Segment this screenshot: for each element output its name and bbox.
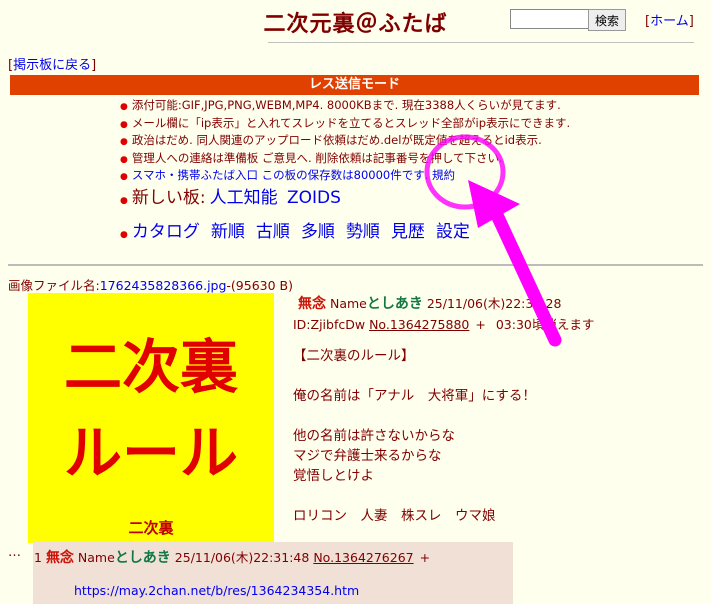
board-notes: ● 添付可能:GIF,JPG,PNG,WEBM,MP4. 8000KBまで. 現在… xyxy=(120,98,570,186)
reply-mark: … xyxy=(8,545,21,560)
file-link[interactable]: 1762435828366.jpg xyxy=(100,278,227,293)
poster-name: としあき xyxy=(366,296,423,312)
thumb-text-line1: 二次裏 xyxy=(63,333,238,401)
thread-divider xyxy=(8,264,703,266)
note-text: 政治はだめ. 同人関連のアップロード依頼はだめ.delが既定値を超えるとid表示… xyxy=(131,133,542,147)
note-item: ● 政治はだめ. 同人関連のアップロード依頼はだめ.delが既定値を超えるとid表… xyxy=(120,133,570,151)
thumb-text-line2: ルール xyxy=(63,419,238,487)
back-to-board-link[interactable]: 掲示板に戻る xyxy=(13,58,91,73)
post-header: 無念 Nameとしあき 25/11/06(木)22:30:28 xyxy=(298,293,561,313)
nav-momentum[interactable]: 勢順 xyxy=(346,222,380,242)
new-board-label: 新しい板: xyxy=(131,188,206,208)
bracket-close: ] xyxy=(91,58,97,73)
name-label: Name xyxy=(329,296,367,311)
post-meta: ID:ZjibfcDw No.1364275880 + 03:30頃消えます xyxy=(293,314,594,333)
bullet-icon: ● xyxy=(120,137,128,147)
reply-poster-name: としあき xyxy=(114,550,171,566)
title-divider xyxy=(268,42,694,43)
reply-index: 1 xyxy=(34,550,42,565)
note-text-links[interactable]: スマホ・携帯ふたば入口 この板の保存数は80000件です. 規約 xyxy=(132,168,455,182)
bullet-icon: ● xyxy=(120,154,128,165)
nav-catalog[interactable]: カタログ xyxy=(132,222,200,242)
bullet-icon: ● xyxy=(120,172,128,182)
file-label: 画像ファイル名: xyxy=(8,278,100,293)
note-text: 添付可能:GIF,JPG,PNG,WEBM,MP4. 8000KBまで. 現在3… xyxy=(131,98,561,112)
post-number[interactable]: No.1364275880 xyxy=(369,317,469,332)
expire-time: 03:30頃消えます xyxy=(495,317,595,332)
reply-subject: 無念 xyxy=(45,550,74,566)
bullet-icon: ● xyxy=(120,119,128,130)
reply-mode-bar: レス送信モード xyxy=(10,75,699,95)
nav-settings[interactable]: 設定 xyxy=(436,222,470,242)
bracket-close: ] xyxy=(688,14,694,29)
note-text: メール欄に「ip表示」と入れてスレッドを立てるとスレッド全部がip表示にできます… xyxy=(131,115,571,130)
thread-nav: ● カタログ 新順 古順 多順 勢順 見歴 設定 xyxy=(120,217,481,242)
poster-id: ID:ZjibfcDw xyxy=(293,317,366,332)
reply-header: 1 無念 Nameとしあき 25/11/06(木)22:31:48 No.136… xyxy=(34,547,436,567)
bullet-icon: ● xyxy=(120,102,128,112)
nav-newest[interactable]: 新順 xyxy=(211,222,245,242)
home-link-wrapper: [ホーム] xyxy=(645,10,694,29)
search-button[interactable]: 検索 xyxy=(588,9,626,31)
note-item: ● メール欄に「ip表示」と入れてスレッドを立てるとスレッド全部がip表示にできま… xyxy=(120,116,570,134)
board-link-zoids[interactable]: ZOIDS xyxy=(287,188,341,208)
post-subject: 無念 xyxy=(298,296,326,312)
board-link-ai[interactable]: 人工知能 xyxy=(210,188,278,208)
nav-most[interactable]: 多順 xyxy=(301,222,335,242)
nav-oldest[interactable]: 古順 xyxy=(256,222,290,242)
thumb-text-small: 二次裏 xyxy=(128,519,174,537)
reply-link[interactable]: https://may.2chan.net/b/res/1364234354.h… xyxy=(74,583,359,598)
note-text: 管理人への連絡は準備板 ご意見へ. 削除依頼は記事番号を押して下さい. xyxy=(131,150,503,165)
file-size: -(95630 B) xyxy=(226,278,293,293)
new-board-line: ● 新しい板: 人工知能 ZOIDS xyxy=(120,183,341,208)
bullet-icon: ● xyxy=(120,196,128,206)
note-item: ● 添付可能:GIF,JPG,PNG,WEBM,MP4. 8000KBまで. 現在… xyxy=(120,98,570,116)
post-date: 25/11/06(木)22:30:28 xyxy=(426,296,562,311)
back-link-wrapper: [掲示板に戻る] xyxy=(8,54,96,73)
plus-button[interactable]: + xyxy=(475,317,485,332)
thread-image[interactable]: 二次裏 ルール 二次裏 xyxy=(28,293,274,543)
reply-number[interactable]: No.1364276267 xyxy=(313,550,413,565)
reply-plus-button[interactable]: + xyxy=(420,550,430,565)
name-label: Name xyxy=(77,550,115,565)
file-info: 画像ファイル名:1762435828366.jpg-(95630 B) xyxy=(8,275,293,294)
post-body: 【二次裏のルール】 俺の名前は「アナル 大将軍」にする！ 他の名前は許さないから… xyxy=(293,348,536,524)
home-link[interactable]: ホーム xyxy=(650,14,689,29)
bullet-icon: ● xyxy=(120,230,128,240)
search-input[interactable] xyxy=(510,9,590,29)
reply-date: 25/11/06(木)22:31:48 xyxy=(174,550,310,565)
reply-body: https://may.2chan.net/b/res/1364234354.h… xyxy=(74,583,359,598)
note-item: ● 管理人への連絡は準備板 ご意見へ. 削除依頼は記事番号を押して下さい. xyxy=(120,151,570,169)
nav-history[interactable]: 見歴 xyxy=(391,222,425,242)
